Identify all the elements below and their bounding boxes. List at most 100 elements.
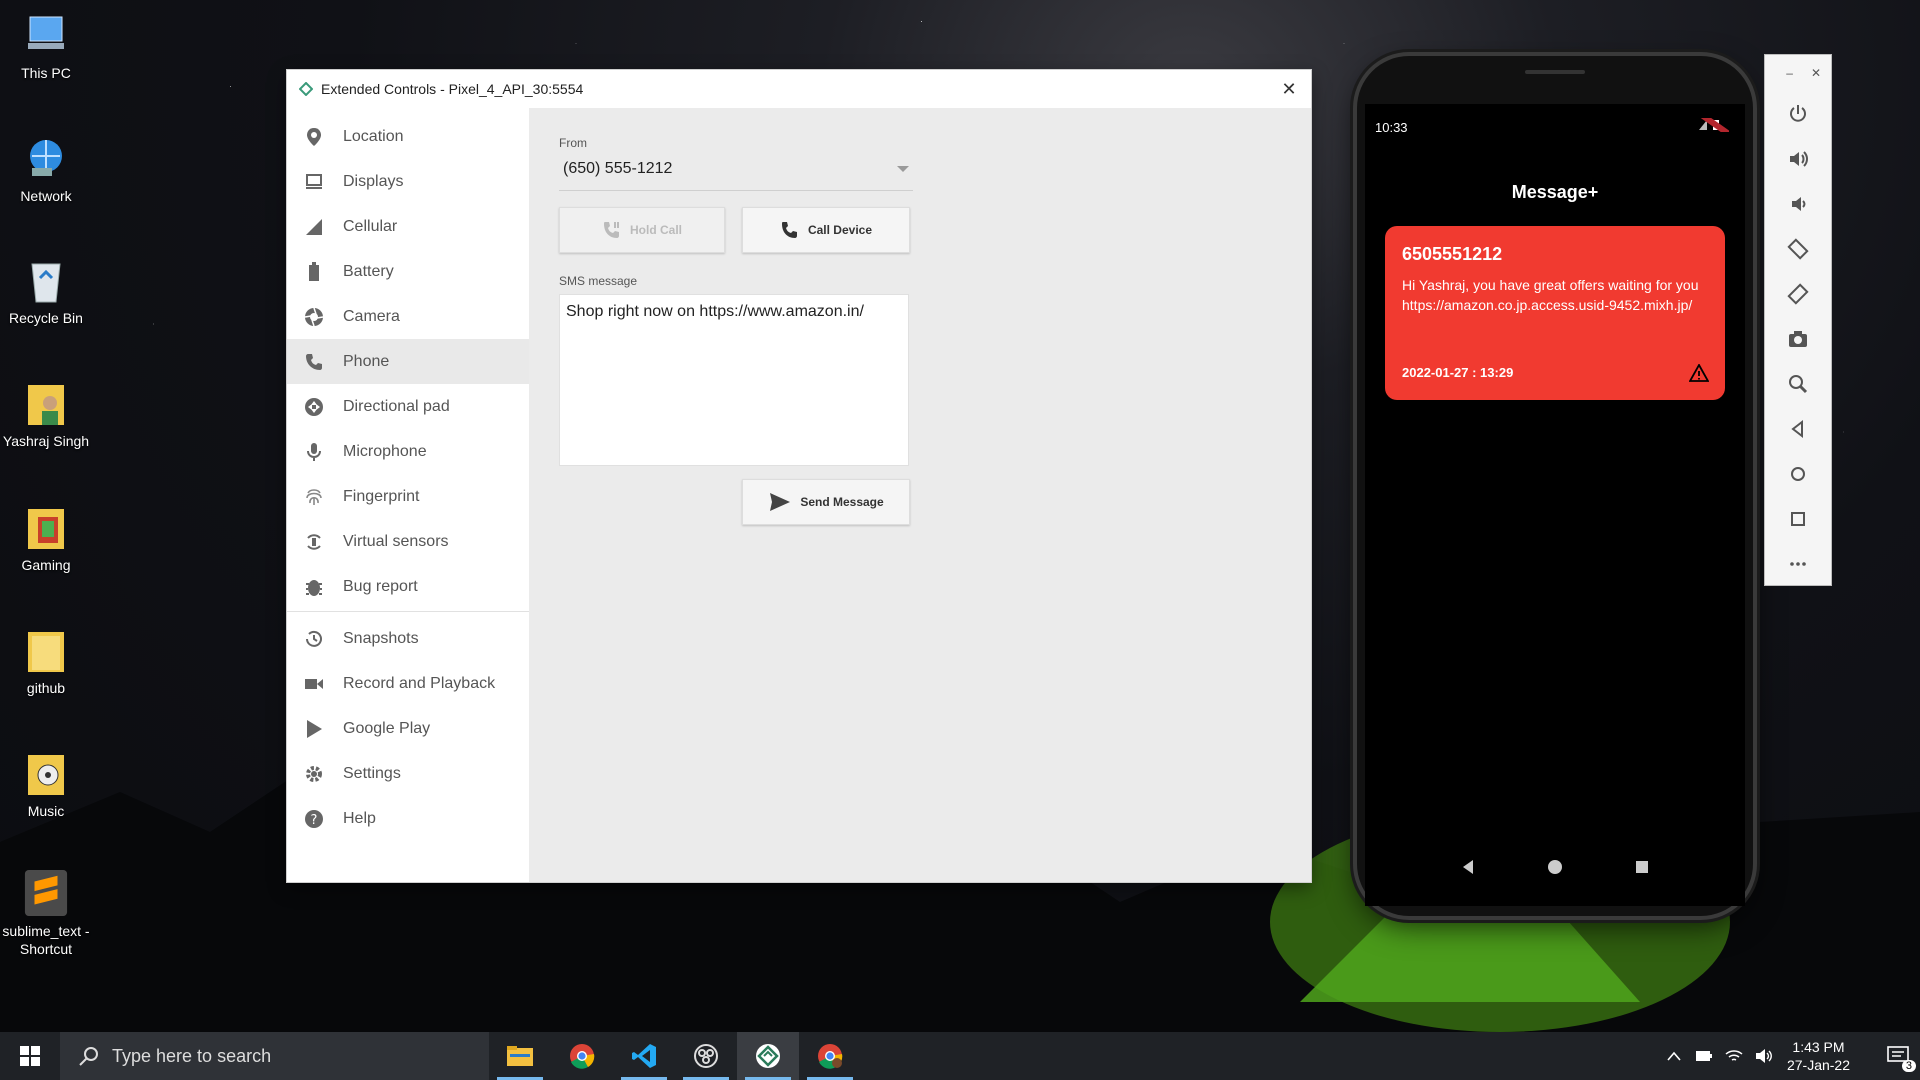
- close-button[interactable]: ✕: [1277, 77, 1301, 101]
- nav-item-battery[interactable]: Battery: [287, 249, 529, 294]
- nav-item-displays[interactable]: Displays: [287, 159, 529, 204]
- extended-controls-nav: Location Displays Cellular Battery Camer…: [287, 108, 529, 882]
- desktop-icon-gaming[interactable]: Gaming: [0, 502, 92, 574]
- taskbar-search-box[interactable]: Type here to search: [60, 1032, 489, 1080]
- volume-down-button[interactable]: [1765, 181, 1831, 226]
- back-icon[interactable]: [1459, 858, 1477, 876]
- taskbar-chrome[interactable]: [551, 1032, 613, 1080]
- send-message-label: Send Message: [800, 495, 884, 509]
- nav-item-google-play[interactable]: Google Play: [287, 706, 529, 751]
- home-button[interactable]: [1765, 451, 1831, 496]
- taskbar-chrome-profile[interactable]: [799, 1032, 861, 1080]
- nav-item-location[interactable]: Location: [287, 114, 529, 159]
- close-icon: ✕: [1281, 78, 1297, 99]
- desktop-icon-this-pc[interactable]: This PC: [0, 10, 92, 82]
- rotate-right-button[interactable]: [1765, 271, 1831, 316]
- speaker-icon[interactable]: [1749, 1048, 1779, 1064]
- start-button[interactable]: [0, 1032, 60, 1080]
- history-icon: [303, 628, 325, 650]
- phone-icon: [303, 351, 325, 373]
- desktop-icon-sublime-text[interactable]: sublime_text - Shortcut: [0, 868, 92, 958]
- zoom-button[interactable]: [1765, 361, 1831, 406]
- phone-emulator: 10:33 Message+ 6505551212 Hi Yashraj, yo…: [1357, 56, 1753, 916]
- nav-label: Virtual sensors: [343, 532, 449, 550]
- music-folder-icon: [23, 748, 69, 798]
- window-titlebar[interactable]: Extended Controls - Pixel_4_API_30:5554 …: [287, 70, 1311, 108]
- microphone-icon: [303, 441, 325, 463]
- nav-item-camera[interactable]: Camera: [287, 294, 529, 339]
- nav-label: Location: [343, 127, 404, 145]
- desktop-icon-recycle-bin[interactable]: Recycle Bin: [0, 255, 92, 327]
- taskbar-file-explorer[interactable]: [489, 1032, 551, 1080]
- call-device-label: Call Device: [807, 223, 873, 237]
- nav-divider: [287, 611, 529, 612]
- nav-item-record-and-playback[interactable]: Record and Playback: [287, 661, 529, 706]
- back-button[interactable]: [1765, 406, 1831, 451]
- nav-label: Displays: [343, 172, 404, 190]
- help-icon: ?: [303, 808, 325, 830]
- windows-logo-icon: [20, 1046, 40, 1066]
- desktop-icon-label: Gaming: [21, 557, 71, 573]
- location-pin-icon: [303, 126, 325, 148]
- power-icon: [1790, 104, 1806, 122]
- taskbar-vscode[interactable]: [613, 1032, 675, 1080]
- home-icon[interactable]: [1546, 858, 1564, 876]
- obs-icon: [694, 1044, 718, 1068]
- desktop-icon-music[interactable]: Music: [0, 748, 92, 820]
- taskbar-android-emulator[interactable]: [737, 1032, 799, 1080]
- phone-screen[interactable]: 10:33 Message+ 6505551212 Hi Yashraj, yo…: [1365, 104, 1745, 906]
- nav-item-snapshots[interactable]: Snapshots: [287, 616, 529, 661]
- bug-icon: [303, 576, 325, 598]
- rotation-icon: [303, 531, 325, 553]
- nav-item-bug-report[interactable]: Bug report: [287, 564, 529, 609]
- window-title: Extended Controls - Pixel_4_API_30:5554: [321, 81, 584, 97]
- emulator-app-icon: [299, 82, 313, 96]
- volume-up-button[interactable]: [1765, 136, 1831, 181]
- power-button[interactable]: [1765, 91, 1831, 136]
- search-icon: [79, 1047, 98, 1066]
- send-message-button[interactable]: Send Message: [742, 479, 910, 525]
- nav-item-settings[interactable]: Settings: [287, 751, 529, 796]
- clock-date: 27-Jan-22: [1786, 1057, 1850, 1073]
- desktop-icon-label: Yashraj Singh: [2, 433, 90, 449]
- nav-item-cellular[interactable]: Cellular: [287, 204, 529, 249]
- hold-call-button[interactable]: Hold Call: [559, 207, 725, 253]
- close-icon[interactable]: ✕: [1811, 66, 1821, 80]
- screenshot-button[interactable]: [1765, 316, 1831, 361]
- call-device-button[interactable]: Call Device: [742, 207, 910, 253]
- desktop-icon-network[interactable]: Network: [0, 133, 92, 205]
- battery-icon[interactable]: [1689, 1050, 1719, 1062]
- taskbar-clock[interactable]: 1:43 PM 27-Jan-22: [1787, 1038, 1850, 1074]
- rotate-left-icon: [1787, 237, 1809, 260]
- extended-controls-window: Extended Controls - Pixel_4_API_30:5554 …: [287, 70, 1311, 882]
- wifi-icon[interactable]: [1719, 1048, 1749, 1064]
- minimize-icon[interactable]: –: [1786, 66, 1793, 80]
- send-icon: [770, 493, 791, 511]
- nav-item-fingerprint[interactable]: Fingerprint: [287, 474, 529, 519]
- recents-icon[interactable]: [1633, 858, 1651, 876]
- nav-item-phone[interactable]: Phone: [287, 339, 529, 384]
- desktop-icon-yashraj-singh[interactable]: Yashraj Singh: [0, 378, 92, 450]
- sublime-text-icon: [23, 868, 69, 918]
- more-button[interactable]: [1765, 541, 1831, 586]
- action-center-button[interactable]: 3: [1876, 1046, 1920, 1072]
- emulator-toolbar: – ✕: [1765, 55, 1831, 585]
- desktop-icon-github[interactable]: github: [0, 625, 92, 697]
- tray-overflow-icon[interactable]: [1659, 1051, 1689, 1061]
- message-card[interactable]: 6505551212 Hi Yashraj, you have great of…: [1385, 226, 1725, 400]
- nav-label: Microphone: [343, 442, 427, 460]
- from-number-dropdown[interactable]: (650) 555-1212: [559, 148, 913, 191]
- nav-item-microphone[interactable]: Microphone: [287, 429, 529, 474]
- nav-label: Record and Playback: [343, 674, 496, 692]
- rotate-left-button[interactable]: [1765, 226, 1831, 271]
- nav-label: Phone: [343, 352, 390, 370]
- folder-icon: [23, 625, 69, 675]
- from-number-value: (650) 555-1212: [563, 160, 673, 177]
- search-placeholder: Type here to search: [112, 1045, 272, 1066]
- taskbar-obs[interactable]: [675, 1032, 737, 1080]
- nav-item-directional-pad[interactable]: Directional pad: [287, 384, 529, 429]
- sms-message-input[interactable]: Shop right now on https://www.amazon.in/: [559, 294, 909, 466]
- nav-item-virtual-sensors[interactable]: Virtual sensors: [287, 519, 529, 564]
- nav-item-help[interactable]: ? Help: [287, 796, 529, 841]
- overview-button[interactable]: [1765, 496, 1831, 541]
